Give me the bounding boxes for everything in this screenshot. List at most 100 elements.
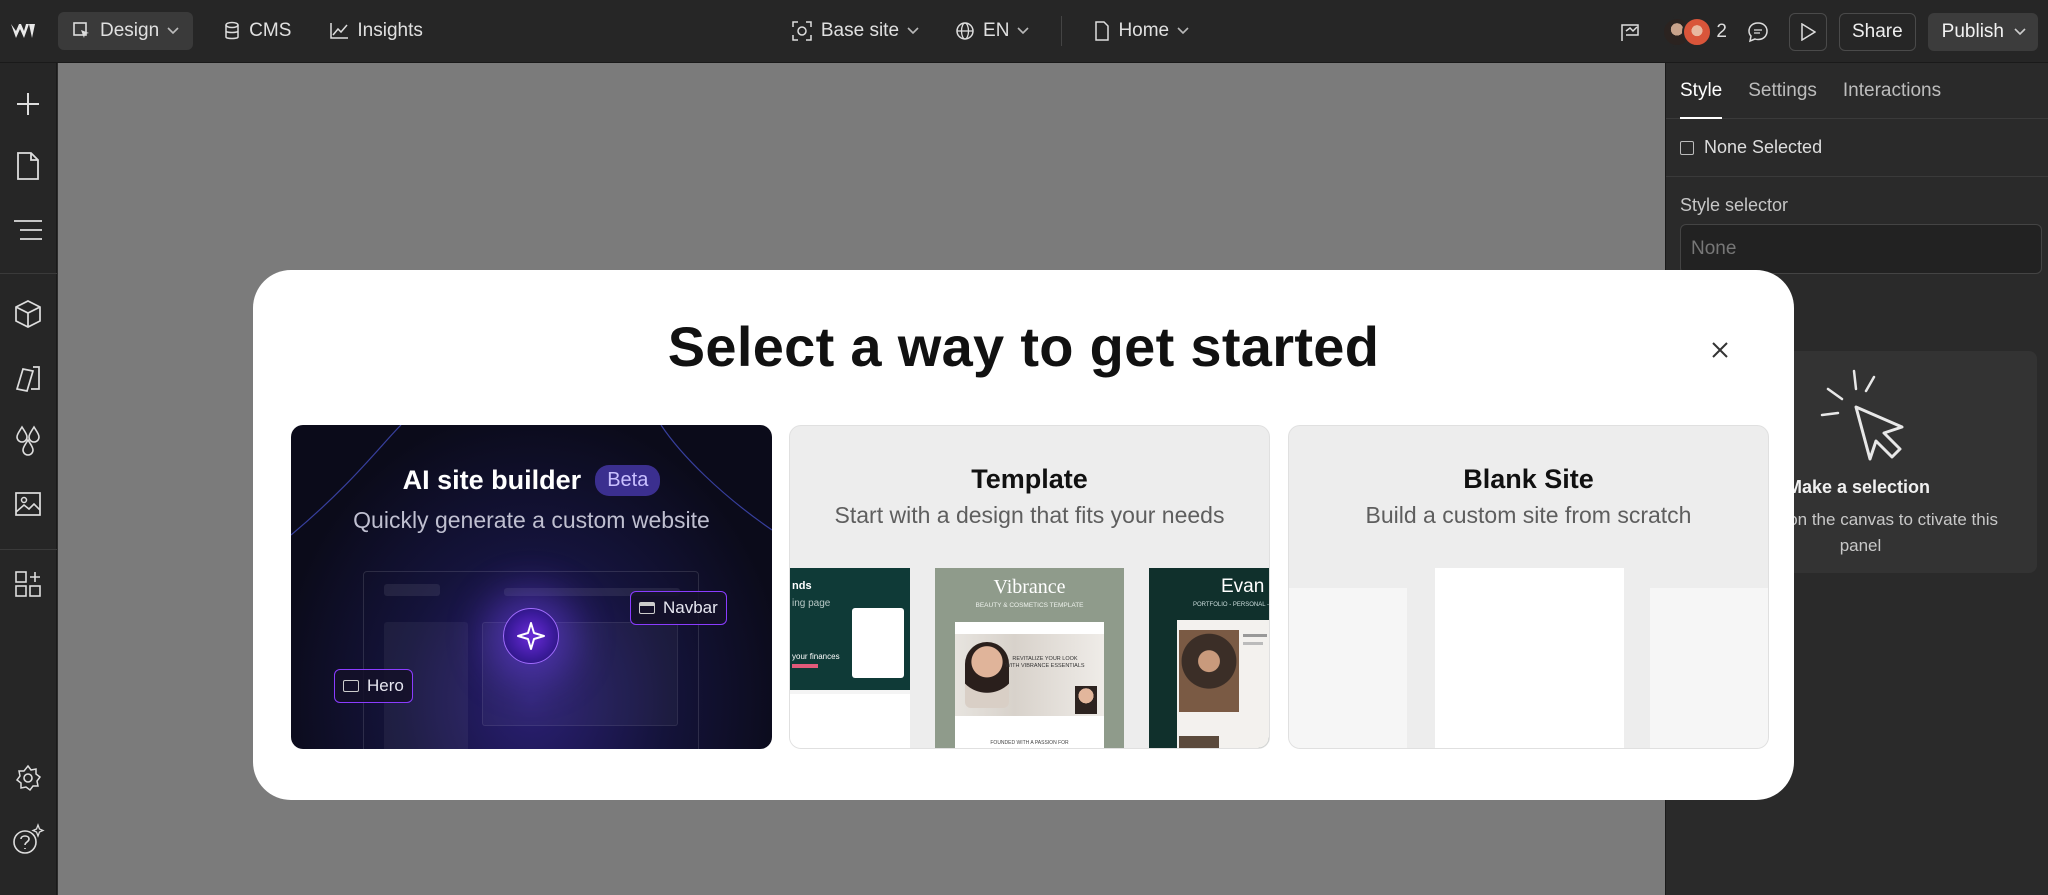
chevron-down-icon	[1017, 27, 1030, 35]
help-button[interactable]	[9, 821, 47, 859]
navbar-chip-label: Navbar	[663, 598, 718, 617]
template-thumbnail-evan[interactable]: Evan PORTFOLIO - PERSONAL -	[1149, 568, 1270, 748]
insights-label: Insights	[357, 20, 423, 41]
vibrance-subtitle: BEAUTY & COSMETICS TEMPLATE	[975, 602, 1084, 609]
flag-chart-icon	[1621, 23, 1640, 41]
comment-icon	[1748, 21, 1768, 42]
preview-button[interactable]	[1788, 12, 1827, 51]
evan-title: Evan	[1221, 576, 1265, 597]
globe-icon	[956, 22, 974, 40]
vibrance-thumb-photo	[1075, 686, 1097, 714]
variables-button[interactable]	[9, 421, 47, 459]
image-icon	[15, 492, 41, 516]
chevron-down-icon	[167, 27, 179, 35]
template-thumbnail-vibrance[interactable]: Vibrance BEAUTY & COSMETICS TEMPLATE REV…	[935, 568, 1124, 748]
insights-button[interactable]: Insights	[315, 12, 436, 50]
vibrance-headline: REVITALIZE YOUR LOOK WITH VIBRANCE ESSEN…	[1005, 656, 1085, 669]
site-selector[interactable]: Base site	[777, 12, 933, 50]
comments-button[interactable]	[1739, 13, 1777, 51]
thumb-subtitle: ing page	[792, 598, 831, 609]
collaborator-count: 2	[1716, 20, 1727, 42]
help-ai-icon	[13, 823, 45, 854]
ai-sparkle-icon	[503, 608, 559, 664]
selection-status: None Selected	[1666, 119, 2048, 177]
avatar	[1682, 16, 1713, 47]
blank-page-left	[1289, 588, 1407, 748]
close-icon	[1712, 342, 1728, 358]
ai-site-builder-card[interactable]: AI site builder Beta Quickly generate a …	[291, 425, 772, 749]
apps-button[interactable]	[9, 565, 47, 603]
share-button[interactable]: Share	[1838, 12, 1916, 51]
webflow-logo[interactable]	[0, 0, 46, 63]
tab-interactions[interactable]: Interactions	[1843, 63, 1941, 119]
panel-tabs: Style Settings Interactions	[1666, 63, 2048, 119]
cms-label: CMS	[249, 20, 292, 41]
thumb-mockup	[852, 608, 904, 678]
styles-button[interactable]	[9, 359, 47, 397]
divider	[1061, 16, 1063, 46]
blank-site-card[interactable]: Blank Site Build a custom site from scra…	[1288, 425, 1769, 749]
template-subtitle: Start with a design that fits your needs	[834, 502, 1225, 528]
target-icon	[792, 21, 812, 41]
page-icon	[1095, 21, 1110, 41]
tab-style[interactable]: Style	[1680, 63, 1723, 119]
evan-subtitle: PORTFOLIO - PERSONAL -	[1193, 602, 1270, 608]
design-label: Design	[100, 20, 160, 41]
vibrance-title: Vibrance	[993, 576, 1066, 598]
ai-heading: AI site builder Beta	[291, 465, 772, 496]
cursor-click-icon	[1820, 369, 1904, 461]
locale-selector[interactable]: EN	[941, 12, 1043, 50]
evan-photo	[1179, 630, 1239, 712]
components-button[interactable]	[9, 295, 47, 333]
publish-button[interactable]: Publish	[1927, 12, 2038, 51]
tab-settings[interactable]: Settings	[1748, 63, 1817, 119]
evan-text-line	[1243, 634, 1267, 637]
evan-text-line	[1243, 642, 1263, 645]
page-label: Home	[1118, 20, 1170, 41]
chevron-down-icon	[2014, 27, 2026, 35]
blank-page-right	[1650, 588, 1768, 748]
apps-grid-icon	[15, 571, 41, 597]
style-selector-input[interactable]: None	[1680, 224, 2042, 274]
style-selector-label: Style selector	[1680, 195, 1789, 215]
modal-title: Select a way to get started	[667, 315, 1380, 378]
pages-button[interactable]	[9, 147, 47, 185]
assets-button[interactable]	[9, 485, 47, 523]
page-selector[interactable]: Home	[1080, 12, 1203, 50]
cms-button[interactable]: CMS	[209, 12, 305, 50]
database-icon	[225, 21, 239, 40]
navbar-icon	[639, 602, 655, 614]
comments-list-button[interactable]	[1612, 13, 1650, 51]
template-thumbnail[interactable]: nds ing page your finances	[790, 568, 910, 748]
navigator-icon	[14, 220, 42, 240]
ai-title: AI site builder	[402, 465, 582, 495]
template-card[interactable]: Template Start with a design that fits y…	[789, 425, 1270, 749]
divider	[0, 273, 57, 274]
wireframe-bar	[384, 584, 440, 596]
plus-icon	[17, 93, 39, 115]
hero-chip-label: Hero	[367, 676, 404, 695]
thumb-finance: your finances	[792, 652, 840, 661]
blank-title: Blank Site	[1463, 464, 1594, 494]
beta-badge: Beta	[595, 465, 661, 496]
vibrance-footer: FOUNDED WITH A PASSION FOR	[990, 740, 1069, 746]
play-icon	[1801, 22, 1816, 41]
divider	[0, 549, 57, 550]
chevron-down-icon	[907, 27, 919, 35]
thumb-section	[790, 694, 910, 748]
blank-page-center	[1435, 568, 1624, 748]
cube-icon	[15, 300, 41, 328]
style-guide-icon	[15, 366, 40, 392]
get-started-modal: Select a way to get started AI site buil…	[253, 270, 1794, 800]
collaborators[interactable]: 2	[1662, 16, 1727, 47]
template-title: Template	[971, 464, 1088, 494]
design-mode-button[interactable]: Design	[58, 12, 194, 50]
evan-gallery	[1179, 736, 1219, 748]
drops-icon	[16, 425, 40, 456]
hero-chip: Hero	[334, 669, 413, 703]
add-element-button[interactable]	[9, 85, 47, 123]
navigator-button[interactable]	[9, 211, 47, 249]
close-button[interactable]	[1700, 330, 1740, 370]
publish-label: Publish	[1941, 20, 2004, 42]
settings-button[interactable]	[9, 759, 47, 797]
